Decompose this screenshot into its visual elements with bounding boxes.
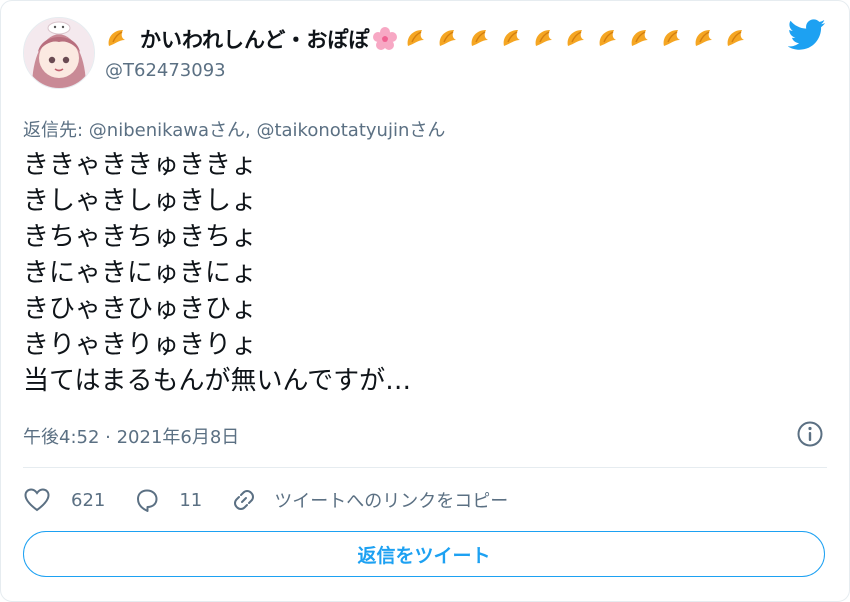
link-icon <box>234 490 255 510</box>
avatar-illustration-icon <box>24 18 94 88</box>
croissant-icon <box>535 30 553 46</box>
croissant-icon <box>407 30 425 46</box>
croissant-icon <box>439 30 457 46</box>
copy-link-button[interactable]: ツイートへのリンクをコピー <box>230 486 508 514</box>
speech-bubble-icon <box>137 489 158 512</box>
tweet-line: 当てはまるもんが無いんですが… <box>23 366 412 396</box>
croissant-icon <box>471 30 489 46</box>
reply-tweet-button[interactable]: 返信をツイート <box>23 531 825 577</box>
reply-count: 11 <box>179 489 203 511</box>
croissant-icon <box>503 30 521 46</box>
croissant-icon <box>631 30 649 46</box>
croissant-icon <box>599 30 617 46</box>
tweet-line: きひゃきひゅきひょ <box>23 294 258 324</box>
croissant-icon <box>663 30 681 46</box>
info-icon[interactable] <box>796 420 824 448</box>
reply-to-mentions[interactable]: @nibenikawaさん, @taikonotatyujinさん <box>89 120 446 141</box>
twitter-bird-icon[interactable] <box>788 19 826 51</box>
croissant-icon <box>108 30 125 46</box>
tweet-text: ききゃききゅききょ きしゃきしゅきしょ きちゃきちゅきちょ きにゃきにゅきにょ … <box>23 147 411 399</box>
tweet-line: きりゃきりゅきりょ <box>23 330 258 360</box>
author-handle[interactable]: @T62473093 <box>105 60 226 81</box>
tweet-card: かいわれしんど・おぽぽ @T62473093 返信先: @nibenikawaさ… <box>0 0 850 602</box>
tweet-line: ききゃききゅききょ <box>23 150 258 180</box>
croissant-icon <box>695 30 713 46</box>
reply-to-line: 返信先: @nibenikawaさん, @taikonotatyujinさん <box>23 116 445 142</box>
heart-icon <box>24 488 50 512</box>
tweet-line: きちゃきちゅきちょ <box>23 222 258 252</box>
tweet-timestamp[interactable]: 午後4:52 · 2021年6月8日 <box>23 423 239 449</box>
copy-link-label: ツイートへのリンクをコピー <box>274 491 509 512</box>
display-name-row[interactable]: かいわれしんど・おぽぽ <box>105 22 777 56</box>
action-bar: 621 11 ツイートへのリンクをコピー <box>23 483 536 517</box>
like-count: 621 <box>71 489 106 511</box>
reply-count-button[interactable]: 11 <box>133 486 202 514</box>
tweet-line: きしゃきしゅきしょ <box>23 186 258 216</box>
display-name: かいわれしんど・おぽぽ <box>140 28 370 52</box>
cherry-blossom-icon <box>373 27 398 50</box>
tweet-line: きにゃきにゅきにょ <box>23 258 258 288</box>
croissant-icon <box>567 30 585 46</box>
like-button[interactable]: 621 <box>23 486 105 514</box>
divider <box>23 467 827 468</box>
croissant-icon <box>727 30 745 46</box>
avatar[interactable] <box>23 17 95 89</box>
reply-to-prefix: 返信先: <box>23 120 89 141</box>
